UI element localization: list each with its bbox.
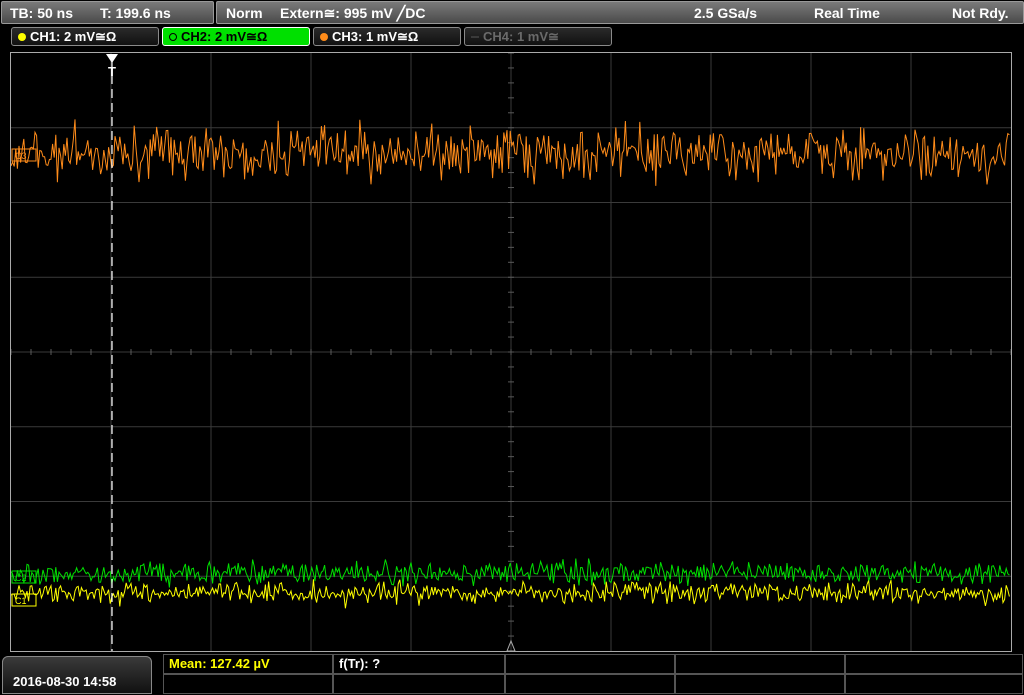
trigger-marker: T <box>108 64 116 79</box>
measurement-slot-3[interactable] <box>505 654 675 674</box>
channel-3-marker-label: C3 <box>15 151 27 161</box>
measurement-slot-4[interactable] <box>675 654 845 674</box>
rise-measurement-value: f(Tr): ? <box>339 656 381 671</box>
channel-1-dot-icon <box>18 32 26 41</box>
trigger-position-arrow-icon[interactable] <box>106 54 118 63</box>
rise-measurement[interactable]: f(Tr): ? <box>333 654 505 674</box>
channel-1-marker-label: C1 <box>15 596 27 606</box>
sample-rate: 2.5 GSa/s <box>694 5 758 21</box>
channel-4-label: CH4: 1 mV≅ <box>483 29 559 44</box>
measurement-slot-10[interactable] <box>845 674 1023 694</box>
channel-3-dot-icon <box>320 32 328 41</box>
timebase-value: TB: 50 ns <box>10 5 74 21</box>
channel-2-trace <box>11 558 1010 588</box>
measurement-slot-8[interactable] <box>505 674 675 694</box>
channel-1-level-marker[interactable]: C1 <box>11 593 37 607</box>
trigger-time-value: T: 199.6 ns <box>100 5 171 21</box>
trigger-source: Extern≅: 995 mV ╱DC <box>280 5 426 21</box>
channel-2-label: CH2: 2 mV≅Ω <box>181 29 268 44</box>
waveform-traces <box>11 119 1010 609</box>
channel-4-off-icon <box>471 35 479 38</box>
channel-1-label: CH1: 2 mV≅Ω <box>30 29 117 44</box>
bottom-bar: 2016-08-30 14:58 Mean: 127.42 µV f(Tr): … <box>0 654 1024 695</box>
measurement-panel[interactable]: Mean: 127.42 µV f(Tr): ? <box>163 654 1024 695</box>
channel-3-label: CH3: 1 mV≅Ω <box>332 29 419 44</box>
mean-measurement[interactable]: Mean: 127.42 µV <box>163 654 333 674</box>
channel-3-tab[interactable]: CH3: 1 mV≅Ω <box>313 27 461 46</box>
mean-measurement-value: Mean: 127.42 µV <box>169 656 270 671</box>
channel-3-trace <box>11 119 1010 186</box>
channel-1-trace <box>11 579 1010 609</box>
channel-2-dot-icon <box>169 32 177 41</box>
channel-3-level-marker[interactable]: C3 <box>11 148 37 162</box>
measurement-slot-7[interactable] <box>333 674 505 694</box>
channel-4-tab[interactable]: CH4: 1 mV≅ <box>464 27 612 46</box>
channel-2-marker-label: C2 <box>15 573 27 583</box>
channel-2-tab[interactable]: CH2: 2 mV≅Ω <box>162 27 310 46</box>
acquisition-mode: Real Time <box>814 5 880 21</box>
datetime: 2016-08-30 14:58 <box>13 674 117 689</box>
trigger-panel[interactable]: Norm Extern≅: 995 mV ╱DC 2.5 GSa/s Real … <box>216 1 1024 24</box>
timebase-panel[interactable]: TB: 50 ns T: 199.6 ns <box>1 1 214 24</box>
measurement-slot-9[interactable] <box>675 674 845 694</box>
waveform-display[interactable]: T C3 C2 C1 <box>10 52 1012 652</box>
measurement-slot-6[interactable] <box>163 674 333 694</box>
datetime-panel[interactable]: 2016-08-30 14:58 <box>2 656 152 694</box>
acquisition-state: Not Rdy. <box>952 5 1009 21</box>
channel-bar: CH1: 2 mV≅Ω CH2: 2 mV≅Ω CH3: 1 mV≅Ω CH4:… <box>0 26 1024 48</box>
measurement-slot-5[interactable] <box>845 654 1023 674</box>
channel-1-tab[interactable]: CH1: 2 mV≅Ω <box>11 27 159 46</box>
status-bar: TB: 50 ns T: 199.6 ns Norm Extern≅: 995 … <box>0 0 1024 24</box>
waveform-canvas: T C3 C2 C1 <box>11 53 1011 651</box>
trigger-mode: Norm <box>226 5 263 21</box>
